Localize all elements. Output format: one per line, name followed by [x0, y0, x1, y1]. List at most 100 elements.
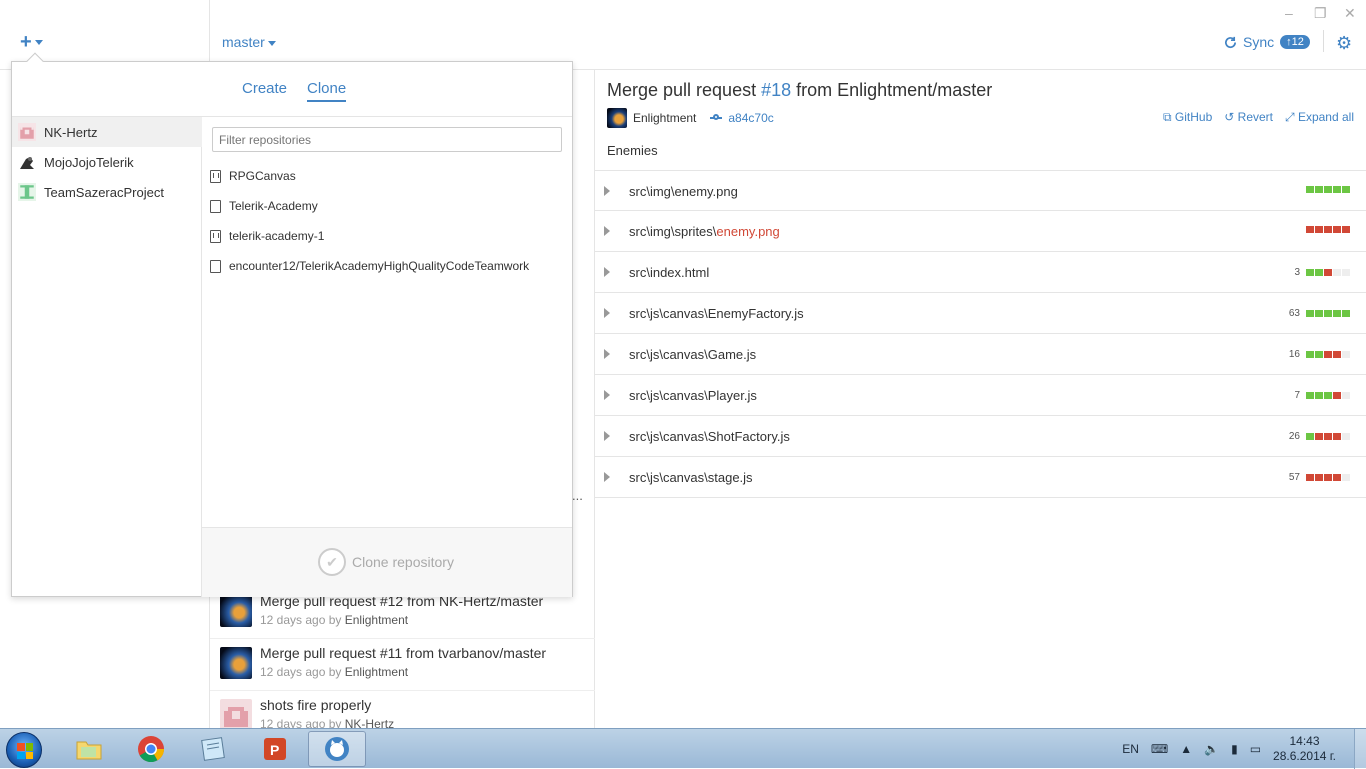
open-on-github-button[interactable]: ⧉ GitHub	[1163, 110, 1212, 125]
clone-repository-button[interactable]: ✔ Clone repository	[318, 548, 454, 576]
diff-stat-bar	[1306, 310, 1350, 317]
history-item[interactable]: shots fire properly 12 days ago by NK-He…	[210, 691, 595, 728]
sync-button[interactable]: Sync ↑12	[1224, 34, 1310, 50]
diff-block	[1342, 392, 1350, 399]
branch-selector[interactable]: master	[222, 34, 276, 50]
expand-triangle-icon[interactable]	[604, 226, 610, 236]
history-item-author: Enlightment	[344, 665, 409, 679]
changed-file-row[interactable]: src\index.html 3	[595, 252, 1366, 293]
commit-author: Enlightment	[633, 111, 697, 125]
changed-file-row[interactable]: src\js\canvas\Player.js 7	[595, 375, 1366, 416]
commit-sha: a84c70c	[728, 111, 774, 125]
power-icon[interactable]: ▮	[1231, 742, 1238, 756]
account-list: NK-Hertz MojoJojoTelerik TeamSazeracProj…	[12, 117, 202, 597]
start-button[interactable]	[6, 732, 42, 768]
maximize-button[interactable]: ❐	[1314, 5, 1327, 22]
repo-item[interactable]: RPGCanvas	[210, 169, 296, 183]
changed-file-row[interactable]: src\js\canvas\stage.js 57	[595, 457, 1366, 498]
diff-stat: 7	[1294, 390, 1350, 401]
taskbar-powerpoint-button[interactable]: P	[246, 731, 304, 767]
diff-stat: 57	[1289, 472, 1350, 483]
show-hidden-icons-button[interactable]: ▲	[1180, 742, 1192, 756]
tab-clone[interactable]: Clone	[307, 80, 347, 102]
diff-count: 63	[1288, 308, 1300, 319]
repo-item[interactable]: encounter12/TelerikAcademyHighQualityCod…	[210, 259, 529, 273]
changed-files-list: src\img\enemy.png src\img\sprites\enemy.p…	[595, 170, 1366, 498]
language-indicator[interactable]: EN	[1122, 742, 1139, 756]
identicon	[224, 707, 248, 727]
changed-file-row[interactable]: src\img\sprites\enemy.png	[595, 211, 1366, 252]
minimize-button[interactable]: –	[1285, 5, 1293, 21]
revert-button[interactable]: ↺ Revert	[1224, 110, 1273, 125]
diff-block	[1324, 186, 1332, 193]
changed-file-row[interactable]: src\js\canvas\ShotFactory.js 26	[595, 416, 1366, 457]
diff-block	[1315, 226, 1323, 233]
taskbar-chrome-button[interactable]	[122, 731, 180, 767]
diff-stat: 3	[1294, 267, 1350, 278]
history-item-date: 12 days ago by	[260, 613, 345, 627]
sync-count-badge: ↑12	[1280, 35, 1310, 49]
history-item-title: Merge pull request #11 from tvarbanov/ma…	[260, 645, 547, 661]
taskbar-explorer-button[interactable]	[60, 731, 118, 767]
file-dir: src\	[629, 265, 650, 280]
account-item-teamsazeracproject[interactable]: TeamSazeracProject	[12, 177, 202, 207]
clock[interactable]: 14:43 28.6.2014 г.	[1273, 734, 1336, 764]
close-window-button[interactable]: ✕	[1344, 5, 1356, 22]
diff-stat: 63	[1289, 308, 1350, 319]
expand-label: Expand all	[1297, 110, 1354, 124]
sync-label: Sync	[1243, 34, 1275, 50]
changed-file-row[interactable]: src\img\enemy.png	[595, 170, 1366, 211]
account-name: NK-Hertz	[44, 124, 98, 140]
file-name: Player.js	[707, 388, 757, 403]
file-path: src\img\enemy.png	[629, 184, 738, 199]
diff-block	[1324, 351, 1332, 358]
commit-detail-pane: Merge pull request #18 from Enlightment/…	[595, 70, 1366, 728]
expand-triangle-icon[interactable]	[604, 308, 610, 318]
tab-create[interactable]: Create	[242, 80, 287, 100]
keyboard-icon[interactable]: ⌨	[1151, 742, 1168, 756]
network-icon[interactable]: ▭	[1250, 742, 1261, 756]
top-toolbar: + master – ❐ ✕ Sync ↑12 ⚙	[0, 0, 1366, 70]
show-desktop-button[interactable]	[1354, 729, 1366, 769]
settings-button[interactable]: ⚙	[1336, 33, 1352, 54]
history-item-title: shots fire properly	[260, 697, 372, 713]
file-dir: src\js\canvas\	[629, 429, 708, 444]
changed-file-row[interactable]: src\js\canvas\EnemyFactory.js 63	[595, 293, 1366, 334]
add-repository-button[interactable]: +	[20, 32, 43, 52]
diff-block	[1306, 351, 1314, 358]
expand-triangle-icon[interactable]	[604, 186, 610, 196]
history-item[interactable]: Merge pull request #11 from tvarbanov/ma…	[210, 639, 595, 691]
plus-icon: +	[20, 31, 32, 53]
repo-item[interactable]: telerik-academy-1	[210, 229, 324, 243]
account-item-mojojojotelerik[interactable]: MojoJojoTelerik	[12, 147, 202, 177]
expand-triangle-icon[interactable]	[604, 349, 610, 359]
expand-triangle-icon[interactable]	[604, 431, 610, 441]
taskbar-notepad-button[interactable]	[184, 731, 242, 767]
diff-count: 57	[1288, 472, 1300, 483]
taskbar-github-button[interactable]	[308, 731, 366, 767]
diff-block	[1324, 269, 1332, 276]
expand-triangle-icon[interactable]	[604, 472, 610, 482]
volume-icon[interactable]: 🔈	[1204, 742, 1219, 756]
diff-block	[1306, 392, 1314, 399]
avatar	[607, 108, 627, 128]
avatar	[220, 647, 252, 679]
diff-count: 16	[1288, 349, 1300, 360]
diff-block	[1342, 351, 1350, 358]
pull-request-link[interactable]: #18	[761, 80, 791, 100]
diff-stat: 26	[1289, 431, 1350, 442]
history-item-meta: 12 days ago by Enlightment	[260, 665, 408, 679]
expand-all-button[interactable]: ⤢ Expand all	[1285, 110, 1354, 125]
expand-triangle-icon[interactable]	[604, 390, 610, 400]
account-item-nk-hertz[interactable]: NK-Hertz	[12, 117, 202, 147]
history-item-meta: 12 days ago by NK-Hertz	[260, 717, 394, 728]
avatar	[220, 699, 252, 728]
commit-title: Merge pull request #18 from Enlightment/…	[607, 80, 992, 101]
filter-repositories-input[interactable]	[212, 127, 562, 152]
diff-block	[1324, 433, 1332, 440]
repo-item[interactable]: Telerik-Academy	[210, 199, 318, 213]
commit-sha-link[interactable]: a84c70c	[710, 111, 774, 125]
expand-triangle-icon[interactable]	[604, 267, 610, 277]
file-dir: src\js\canvas\	[629, 347, 708, 362]
changed-file-row[interactable]: src\js\canvas\Game.js 16	[595, 334, 1366, 375]
